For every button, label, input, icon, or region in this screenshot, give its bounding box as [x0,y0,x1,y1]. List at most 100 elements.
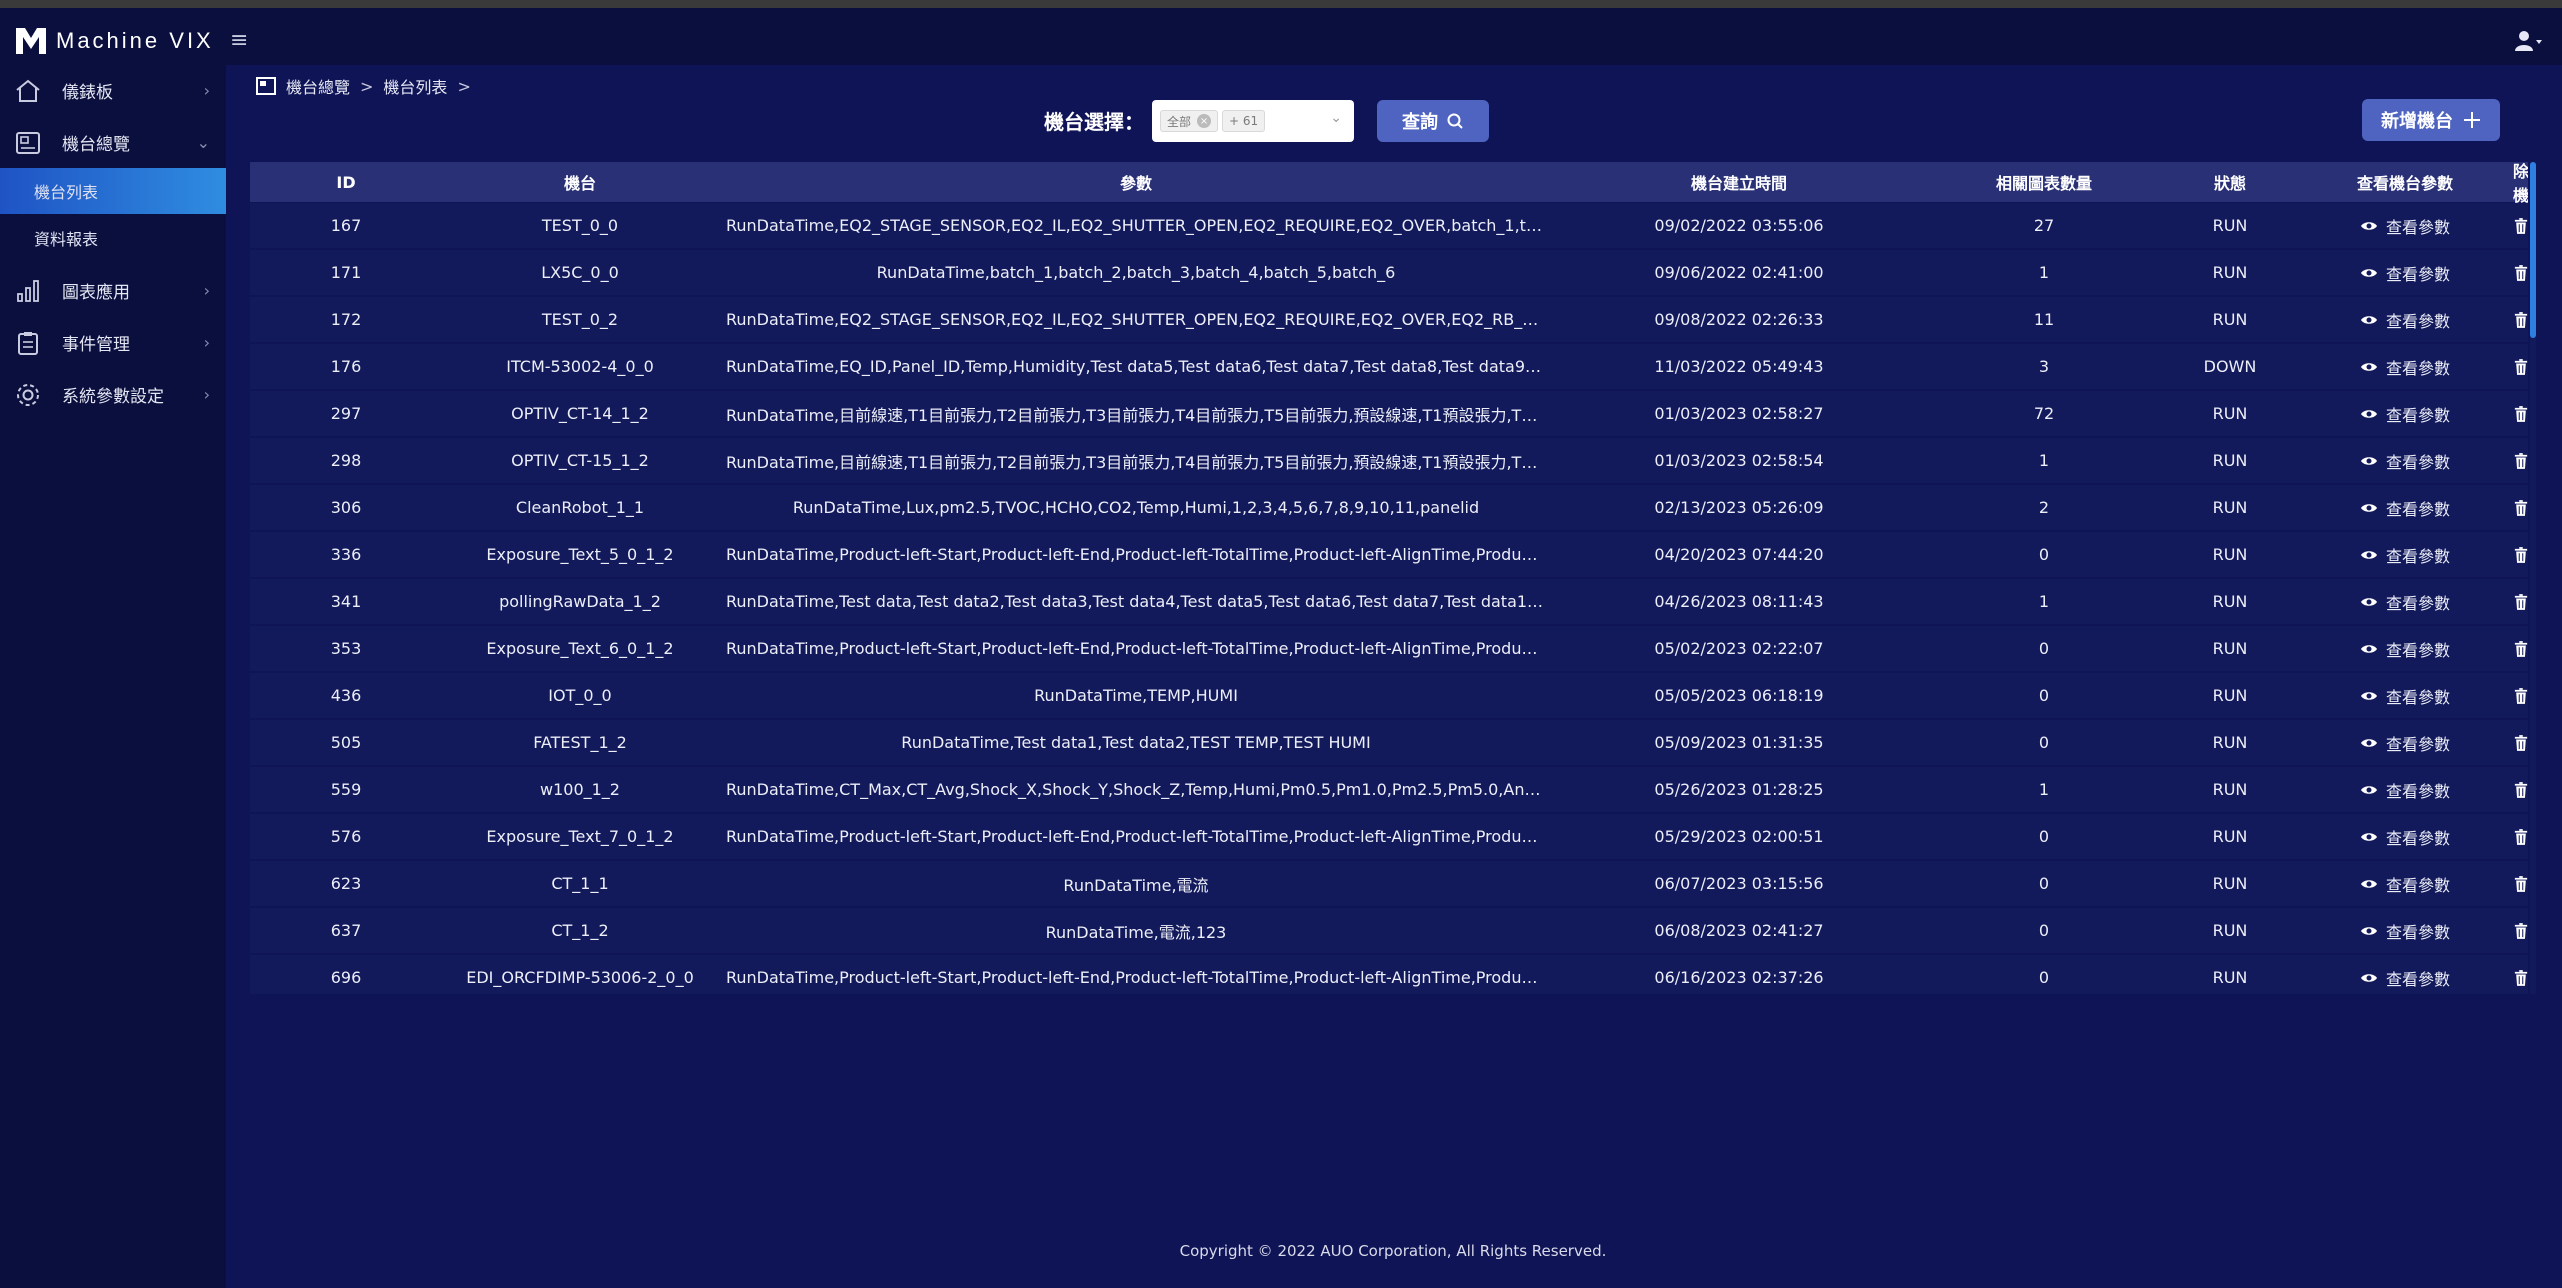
breadcrumb-separator: > [457,76,471,96]
table-row[interactable]: 353 Exposure_Text_6_0_1_2 RunDataTime,Pr… [250,626,2528,673]
machine-select[interactable]: 全部 × + 61 ⌄ [1152,100,1354,142]
table-row[interactable]: 341 pollingRawData_1_2 RunDataTime,Test … [250,579,2528,626]
column-header-status[interactable]: 狀態 [2164,162,2296,202]
trash-icon[interactable] [2514,687,2528,705]
trash-icon[interactable] [2514,922,2528,940]
trash-icon[interactable] [2514,593,2528,611]
sidebar-item-system-settings[interactable]: 系統參數設定 › [0,370,226,418]
table-row[interactable]: 171 LX5C_0_0 RunDataTime,batch_1,batch_2… [250,250,2528,297]
chevron-down-icon: ⌄ [196,132,210,152]
sidebar-item-charts[interactable]: 圖表應用 › [0,266,226,314]
view-params-link[interactable]: 查看參數 [2360,966,2450,990]
trash-icon[interactable] [2514,405,2528,423]
trash-icon[interactable] [2514,358,2528,376]
table-row[interactable]: 559 w100_1_2 RunDataTime,CT_Max,CT_Avg,S… [250,767,2528,814]
trash-icon[interactable] [2514,640,2528,658]
trash-icon[interactable] [2514,217,2528,235]
cell-created-time: 09/02/2022 03:55:06 [1654,216,1824,235]
view-params-link[interactable]: 查看參數 [2360,402,2450,426]
sidebar-subitem-data-report[interactable]: 資料報表 [0,215,226,261]
trash-icon[interactable] [2514,781,2528,799]
table-row[interactable]: 637 CT_1_2 RunDataTime,電流,123 06/08/2023… [250,908,2528,955]
view-params-link[interactable]: 查看參數 [2360,590,2450,614]
trash-icon[interactable] [2514,734,2528,752]
cell-id: 298 [330,451,362,470]
cell-view-params: 查看參數 [2296,908,2514,953]
table-row[interactable]: 167 TEST_0_0 RunDataTime,EQ2_STAGE_SENSO… [250,203,2528,250]
cell-id: 297 [330,404,362,423]
view-params-link[interactable]: 查看參數 [2360,919,2450,943]
trash-icon[interactable] [2514,969,2528,987]
view-params-link[interactable]: 查看參數 [2360,684,2450,708]
trash-icon[interactable] [2514,875,2528,893]
view-params-link[interactable]: 查看參數 [2360,778,2450,802]
column-header-id[interactable]: ID [250,162,442,202]
cell-machine: CT_1_2 [551,921,609,940]
breadcrumb-item-machine-list[interactable]: 機台列表 [383,74,447,98]
sidebar-item-events[interactable]: 事件管理 › [0,318,226,366]
table-row[interactable]: 176 ITCM-53002-4_0_0 RunDataTime,EQ_ID,P… [250,344,2528,391]
cell-params: RunDataTime,目前線速,T1目前張力,T2目前張力,T3目前張力,T4… [718,438,1554,483]
eye-icon [2360,644,2377,653]
column-header-created-time[interactable]: 機台建立時間 [1554,162,1924,202]
view-params-link[interactable]: 查看參數 [2360,543,2450,567]
cell-delete [2514,250,2528,295]
view-params-link[interactable]: 查看參數 [2360,637,2450,661]
breadcrumb-item-machine-overview[interactable]: 機台總覽 [286,74,350,98]
plus-icon [2464,112,2480,128]
table-row[interactable]: 436 IOT_0_0 RunDataTime,TEMP,HUMI 05/05/… [250,673,2528,720]
view-params-link[interactable]: 查看參數 [2360,214,2450,238]
table-row[interactable]: 696 EDI_ORCFDIMP-53006-2_0_0 RunDataTime… [250,955,2528,994]
table-row[interactable]: 298 OPTIV_CT-15_1_2 RunDataTime,目前線速,T1目… [250,438,2528,485]
sidebar-subitem-machine-list[interactable]: 機台列表 [0,168,226,214]
table-row[interactable]: 505 FATEST_1_2 RunDataTime,Test data1,Te… [250,720,2528,767]
sidebar-item-machine-overview[interactable]: 機台總覽 ⌄ [0,118,226,166]
selected-tag-all[interactable]: 全部 × [1160,110,1219,132]
trash-icon[interactable] [2514,499,2528,517]
gear-icon [17,384,39,406]
eye-icon [2360,221,2377,230]
machine-select-label: 機台選擇： [1044,110,1144,134]
view-params-link[interactable]: 查看參數 [2360,355,2450,379]
trash-icon[interactable] [2514,264,2528,282]
column-header-chart-count[interactable]: 相關圖表數量 [1924,162,2164,202]
trash-icon[interactable] [2514,452,2528,470]
tag-remove-icon[interactable]: × [1197,114,1212,128]
cell-created-time: 05/29/2023 02:00:51 [1654,827,1824,846]
view-params-label: 查看參數 [2385,499,2450,519]
cell-chart-count: 1 [2038,780,2050,799]
view-params-link[interactable]: 查看參數 [2360,496,2450,520]
cell-created-time: 04/26/2023 08:11:43 [1654,592,1824,611]
menu-toggle-icon[interactable]: ≡ [230,28,248,53]
table-row[interactable]: 623 CT_1_1 RunDataTime,電流 06/07/2023 03:… [250,861,2528,908]
cell-chart-count: 0 [2038,827,2050,846]
view-params-link[interactable]: 查看參數 [2360,825,2450,849]
trash-icon[interactable] [2514,311,2528,329]
view-params-link[interactable]: 查看參數 [2360,449,2450,473]
cell-id: 171 [330,263,362,282]
table-row[interactable]: 297 OPTIV_CT-14_1_2 RunDataTime,目前線速,T1目… [250,391,2528,438]
view-params-link[interactable]: 查看參數 [2360,872,2450,896]
logo-text: Machine VIX [56,28,214,53]
scrollbar-thumb[interactable] [2530,162,2536,338]
table-row[interactable]: 172 TEST_0_2 RunDataTime,EQ2_STAGE_SENSO… [250,297,2528,344]
table-row[interactable]: 576 Exposure_Text_7_0_1_2 RunDataTime,Pr… [250,814,2528,861]
table-row[interactable]: 306 CleanRobot_1_1 RunDataTime,Lux,pm2.5… [250,485,2528,532]
logo[interactable]: Machine VIX [16,28,214,54]
sidebar-item-dashboard[interactable]: 儀錶板 › [0,66,226,114]
table-scrollbar[interactable] [2530,162,2536,994]
cell-status: RUN [2212,874,2248,893]
trash-icon[interactable] [2514,546,2528,564]
view-params-link[interactable]: 查看參數 [2360,308,2450,332]
column-header-machine[interactable]: 機台 [442,162,718,202]
view-params-link[interactable]: 查看參數 [2360,261,2450,285]
cell-view-params: 查看參數 [2296,814,2514,859]
add-machine-button[interactable]: 新增機台 [2362,99,2500,141]
view-params-link[interactable]: 查看參數 [2360,731,2450,755]
column-header-params[interactable]: 參數 [718,162,1554,202]
cell-chart-count: 1 [2038,263,2050,282]
trash-icon[interactable] [2514,828,2528,846]
user-menu-icon[interactable] [2514,30,2542,52]
table-row[interactable]: 336 Exposure_Text_5_0_1_2 RunDataTime,Pr… [250,532,2528,579]
query-button[interactable]: 查詢 [1377,100,1489,142]
